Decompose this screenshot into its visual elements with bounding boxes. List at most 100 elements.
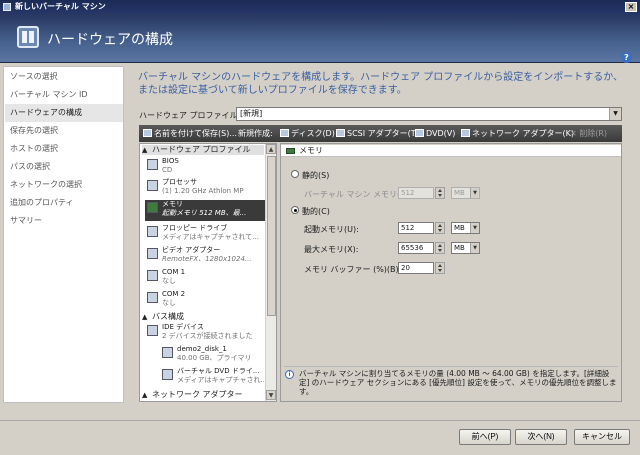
max-memory-label: 最大メモリ(X): — [304, 245, 359, 254]
static-memory-label: 静的(S) — [302, 171, 330, 180]
startup-memory-unit-value: MB — [454, 224, 465, 232]
tree-item-video-adapter[interactable]: ビデオ アダプター RemoteFX、1280x1024... — [145, 246, 266, 265]
memory-info-text: バーチャル マシンに割り当てるメモリの量 (4.00 MB ～ 64.00 GB… — [299, 369, 617, 396]
vm-memory-label: バーチャル マシン メモリ(M): — [304, 190, 413, 199]
dvd-detail: メディアはキャプチャされ... — [177, 376, 268, 384]
app-icon — [3, 3, 11, 11]
max-memory-spinner[interactable] — [435, 242, 445, 254]
chevron-down-icon[interactable]: ▼ — [609, 108, 621, 120]
help-icon[interactable]: ? — [621, 52, 632, 63]
tree-item-bios[interactable]: BIOS CD — [145, 157, 266, 176]
bios-name: BIOS — [162, 157, 179, 165]
window-close-button[interactable]: × — [625, 2, 637, 12]
startup-memory-unit-select[interactable]: MB ▼ — [451, 222, 480, 234]
sidebar-item-additional-properties[interactable]: 追加のプロパティ — [5, 194, 123, 212]
new-dvd-button[interactable]: DVD(V) — [415, 125, 455, 142]
scroll-up-icon[interactable]: ▲ — [266, 144, 276, 154]
category-bus-configuration[interactable]: ▲ バス構成 — [142, 312, 264, 322]
processor-detail: (1) 1.20 GHz Athlon MP — [162, 187, 244, 195]
bios-detail: CD — [162, 166, 173, 174]
memory-buffer-spinner[interactable] — [435, 262, 445, 274]
category-hardware-profile[interactable]: ▲ ハードウェア プロファイル — [142, 145, 264, 155]
max-memory-unit-select[interactable]: MB ▼ — [451, 242, 480, 254]
next-button[interactable]: 次へ(N) — [515, 429, 567, 445]
hardware-config-icon — [17, 26, 39, 48]
hardware-tree: ▲ ハードウェア プロファイル BIOS CD プロセッサ (1) 1.20 GH… — [139, 143, 277, 402]
new-dvd-label: DVD(V) — [426, 129, 456, 138]
tree-item-com2[interactable]: COM 2 なし — [145, 290, 266, 309]
network-adapter-icon — [461, 129, 470, 137]
intro-description: バーチャル マシンのハードウェアを構成します。ハードウェア プロファイルから設定… — [138, 72, 624, 96]
tree-item-memory[interactable]: メモリ 起動メモリ 512 MB、最... — [145, 200, 266, 221]
disk-detail: 40.00 GB、プライマリ — [177, 354, 252, 362]
ide-detail: 2 デバイスが接続されました — [162, 332, 253, 340]
save-as-button[interactable]: 名前を付けて保存(S)... — [143, 125, 237, 142]
memory-icon — [286, 148, 295, 154]
collapse-icon: ▲ — [142, 313, 148, 321]
vm-memory-unit-select[interactable]: MB ▼ — [451, 187, 480, 199]
video-adapter-name: ビデオ アダプター — [162, 246, 221, 254]
dynamic-memory-radio[interactable] — [291, 206, 299, 214]
category-network-adapters[interactable]: ▲ ネットワーク アダプター — [142, 390, 264, 400]
com1-detail: なし — [162, 277, 176, 285]
category-network-label: ネットワーク アダプター — [152, 390, 243, 399]
memory-pane-header: メモリ — [281, 145, 621, 157]
cancel-button[interactable]: キャンセル — [574, 429, 630, 445]
dvd-name: バーチャル DVD ドライ... — [177, 367, 260, 375]
floppy-detail: メディアはキャプチャされて... — [162, 233, 259, 241]
startup-memory-input[interactable]: 512 — [398, 222, 434, 234]
tree-item-com1[interactable]: COM 1 なし — [145, 268, 266, 287]
sidebar-item-configure-hardware[interactable]: ハードウェアの構成 — [5, 104, 123, 122]
tree-item-ide-devices[interactable]: IDE デバイス 2 デバイスが接続されました — [145, 323, 266, 342]
video-adapter-icon — [147, 248, 158, 259]
scrollbar-thumb[interactable] — [267, 156, 276, 316]
tree-item-processor[interactable]: プロセッサ (1) 1.20 GHz Athlon MP — [145, 178, 266, 197]
sidebar-item-select-source[interactable]: ソースの選択 — [5, 68, 123, 86]
new-network-adapter-button[interactable]: ネットワーク アダプター(K) — [461, 125, 574, 142]
memory-info-box: i バーチャル マシンに割り当てるメモリの量 (4.00 MB ～ 64.00 … — [284, 366, 618, 398]
startup-memory-spinner[interactable] — [435, 222, 445, 234]
new-scsi-adapter-button[interactable]: SCSI アダプター(T) — [336, 125, 419, 142]
new-label: 新規作成: — [238, 129, 273, 138]
page-title: ハードウェアの構成 — [47, 32, 173, 48]
scroll-down-icon[interactable]: ▼ — [266, 390, 276, 400]
dvd-icon — [162, 369, 173, 380]
tree-scrollbar[interactable]: ▲ ▼ — [265, 144, 276, 401]
sidebar-item-select-networks[interactable]: ネットワークの選択 — [5, 176, 123, 194]
hardware-toolbar: 名前を付けて保存(S)... 新規作成: ディスク(D) SCSI アダプター(… — [139, 125, 622, 142]
delete-button[interactable]: ✕ 削除(R) — [570, 125, 607, 142]
floppy-icon — [147, 226, 158, 237]
hardware-profile-select[interactable]: [新規] ▼ — [236, 107, 622, 121]
tree-item-disk[interactable]: demo2_disk_1 40.00 GB、プライマリ — [160, 345, 266, 364]
tree-item-virtual-dvd[interactable]: バーチャル DVD ドライ... メディアはキャプチャされ... — [160, 367, 268, 386]
com-port-icon — [147, 292, 158, 303]
sidebar-item-select-host[interactable]: ホストの選択 — [5, 140, 123, 158]
new-disk-button[interactable]: ディスク(D) — [280, 125, 335, 142]
ide-device-icon — [147, 325, 158, 336]
delete-label: 削除(R) — [579, 129, 608, 138]
sidebar-item-summary[interactable]: サマリー — [5, 212, 123, 230]
window-titlebar: 新しいバーチャル マシン × — [0, 0, 640, 14]
memory-icon — [147, 202, 158, 213]
dvd-icon — [415, 129, 424, 137]
memory-name: メモリ — [162, 200, 183, 208]
max-memory-input[interactable]: 65536 — [398, 242, 434, 254]
sidebar-item-vm-identity[interactable]: バーチャル マシン ID — [5, 86, 123, 104]
info-icon: i — [285, 370, 294, 379]
chevron-down-icon: ▼ — [470, 223, 479, 233]
static-memory-radio[interactable] — [291, 170, 299, 178]
previous-button[interactable]: 前へ(P) — [459, 429, 511, 445]
video-adapter-detail: RemoteFX、1280x1024... — [162, 255, 252, 263]
dynamic-memory-label: 動的(C) — [302, 207, 330, 216]
vm-memory-input[interactable]: 512 — [398, 187, 434, 199]
vm-memory-spinner[interactable] — [435, 187, 445, 199]
processor-icon — [147, 180, 158, 191]
sidebar-item-select-destination[interactable]: 保存先の選択 — [5, 122, 123, 140]
sidebar-item-select-path[interactable]: パスの選択 — [5, 158, 123, 176]
tree-item-floppy[interactable]: フロッピー ドライブ メディアはキャプチャされて... — [145, 224, 266, 243]
new-network-label: ネットワーク アダプター(K) — [472, 129, 575, 138]
ide-name: IDE デバイス — [162, 323, 204, 331]
memory-buffer-input[interactable]: 20 — [398, 262, 434, 274]
memory-buffer-label: メモリ バッファー (%)(B): — [304, 265, 402, 274]
collapse-icon: ▲ — [142, 391, 148, 399]
